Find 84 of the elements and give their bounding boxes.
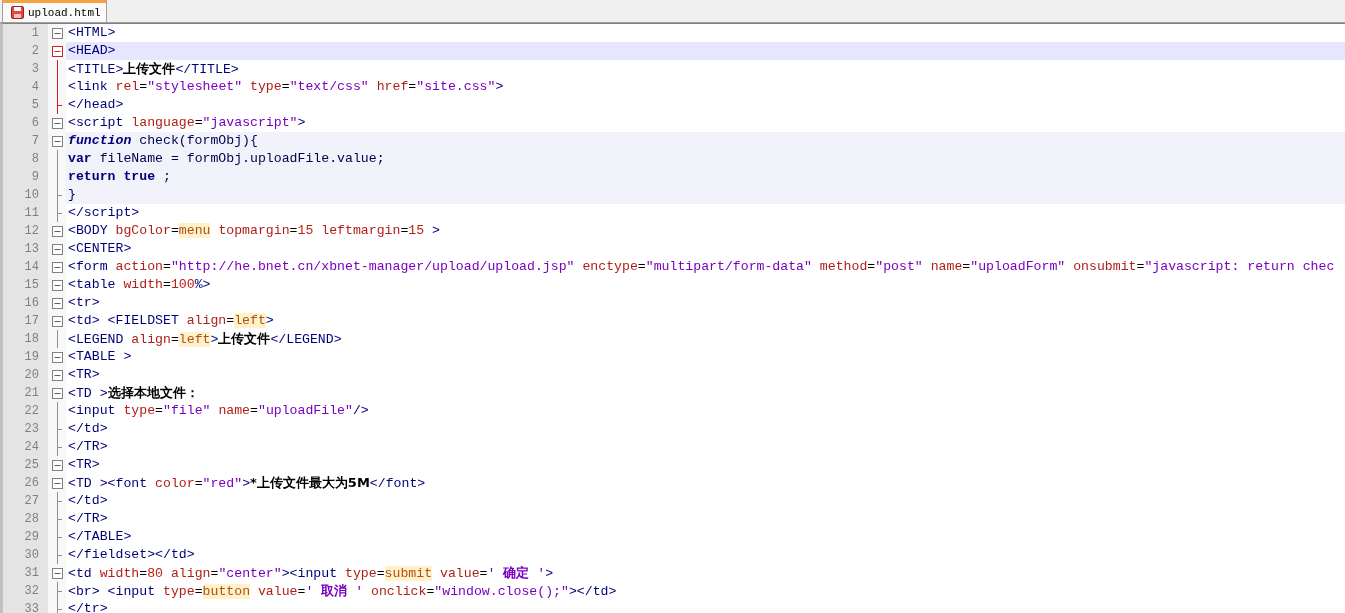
- line-number: 19: [3, 348, 48, 366]
- code-line: <TD ><font color="red">*上传文件最大为5M</font>: [67, 473, 426, 493]
- line-number: 27: [3, 492, 48, 510]
- line-number: 29: [3, 528, 48, 546]
- code-line: <table width=100%>: [67, 276, 211, 294]
- line-number: 16: [3, 294, 48, 312]
- line-number: 21: [3, 384, 48, 402]
- code-line: </tr>: [67, 600, 108, 613]
- code-line: </fieldset></td>: [67, 546, 195, 564]
- code-line: <TR>: [67, 366, 100, 384]
- code-line: <td width=80 align="center"><input type=submit value=' 确定 '>: [67, 563, 554, 583]
- line-number: 28: [3, 510, 48, 528]
- code-line: <CENTER>: [67, 240, 132, 258]
- code-line: <TABLE >: [67, 348, 132, 366]
- code-line: <form action="http://he.bnet.cn/xbnet-manager/upload/upload.jsp" enctype="multipart/form-data" method="post" name="uploadForm" onsubmit="javascript: return chec: [67, 258, 1335, 276]
- file-icon: [11, 6, 24, 19]
- fold-minus-icon[interactable]: [51, 567, 63, 579]
- fold-minus-icon[interactable]: [51, 117, 63, 129]
- fold-minus-icon[interactable]: [51, 387, 63, 399]
- code-line: function check(formObj){: [67, 132, 258, 150]
- code-line: <HTML>: [67, 24, 116, 42]
- line-number: 14: [3, 258, 48, 276]
- fold-minus-icon[interactable]: [51, 243, 63, 255]
- code-line: <HEAD>: [67, 42, 116, 60]
- line-number: 31: [3, 564, 48, 582]
- line-number: 1: [3, 24, 48, 42]
- fold-minus-icon[interactable]: [51, 27, 63, 39]
- code-line: <TR>: [67, 456, 100, 474]
- code-line: <TD >选择本地文件：: [67, 383, 199, 403]
- line-number: 8: [3, 150, 48, 168]
- code-line: <LEGEND align=left>上传文件</LEGEND>: [67, 329, 342, 349]
- code-line: <TITLE>上传文件</TITLE>: [67, 59, 239, 79]
- code-line: <tr>: [67, 294, 100, 312]
- file-tab[interactable]: upload.html: [2, 0, 107, 22]
- line-number: 24: [3, 438, 48, 456]
- code-line: <br> <input type=button value=' 取消 ' onclick="window.close();"></td>: [67, 581, 617, 601]
- fold-minus-icon[interactable]: [51, 225, 63, 237]
- fold-minus-icon[interactable]: [51, 297, 63, 309]
- line-number: 33: [3, 600, 48, 613]
- line-number: 20: [3, 366, 48, 384]
- code-line: var fileName = formObj.uploadFile.value;: [67, 150, 385, 168]
- fold-minus-icon[interactable]: [51, 261, 63, 273]
- code-line: <BODY bgColor=menu topmargin=15 leftmargin=15 >: [67, 222, 440, 240]
- line-number: 17: [3, 312, 48, 330]
- line-number: 18: [3, 330, 48, 348]
- code-line: <script language="javascript">: [67, 114, 306, 132]
- fold-minus-icon[interactable]: [51, 477, 63, 489]
- line-number: 9: [3, 168, 48, 186]
- code-line: <input type="file" name="uploadFile"/>: [67, 402, 369, 420]
- line-number: 6: [3, 114, 48, 132]
- fold-minus-icon[interactable]: [51, 135, 63, 147]
- fold-minus-icon[interactable]: [51, 351, 63, 363]
- line-number: 22: [3, 402, 48, 420]
- code-line: </script>: [67, 204, 140, 222]
- line-number: 32: [3, 582, 48, 600]
- code-line: </head>: [67, 96, 124, 114]
- line-number: 26: [3, 474, 48, 492]
- code-line: }: [67, 186, 76, 204]
- code-line: </TR>: [67, 510, 108, 528]
- line-number: 10: [3, 186, 48, 204]
- code-line: return true ;: [67, 168, 171, 186]
- fold-minus-icon[interactable]: [51, 315, 63, 327]
- fold-minus-icon[interactable]: [51, 459, 63, 471]
- code-line: </TR>: [67, 438, 108, 456]
- code-line: <link rel="stylesheet" type="text/css" href="site.css">: [67, 78, 504, 96]
- line-number: 15: [3, 276, 48, 294]
- line-number: 23: [3, 420, 48, 438]
- line-number: 25: [3, 456, 48, 474]
- line-number: 5: [3, 96, 48, 114]
- line-number: 30: [3, 546, 48, 564]
- fold-minus-icon[interactable]: [51, 45, 63, 57]
- line-number: 3: [3, 60, 48, 78]
- fold-minus-icon[interactable]: [51, 279, 63, 291]
- line-number: 7: [3, 132, 48, 150]
- code-line: </td>: [67, 420, 108, 438]
- line-number: 2: [3, 42, 48, 60]
- fold-minus-icon[interactable]: [51, 369, 63, 381]
- line-number: 11: [3, 204, 48, 222]
- code-line: </td>: [67, 492, 108, 510]
- line-number: 12: [3, 222, 48, 240]
- line-number: 13: [3, 240, 48, 258]
- code-line: </TABLE>: [67, 528, 132, 546]
- line-number: 4: [3, 78, 48, 96]
- code-line: <td> <FIELDSET align=left>: [67, 312, 274, 330]
